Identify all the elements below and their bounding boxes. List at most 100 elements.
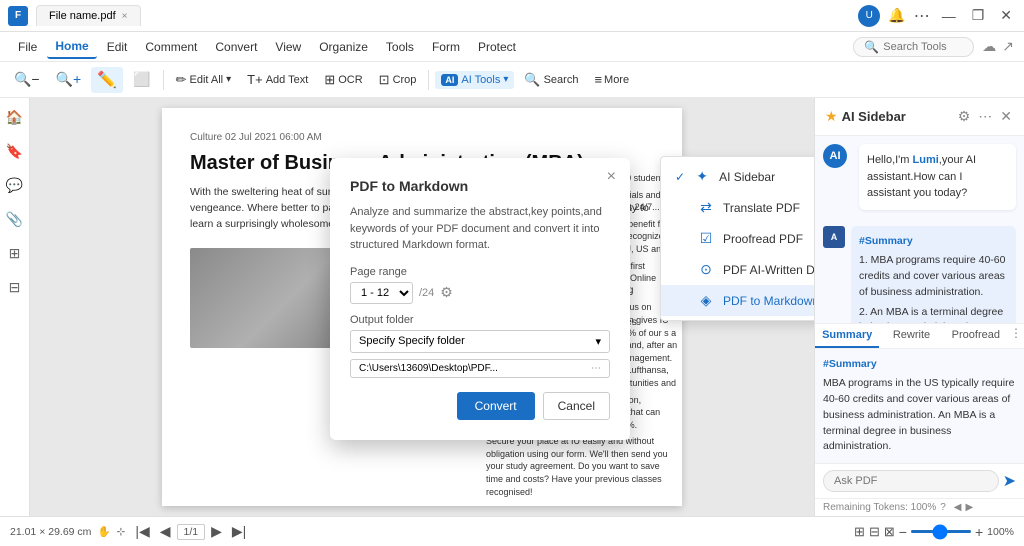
menu-view[interactable]: View — [267, 36, 309, 58]
close-button[interactable]: ✕ — [996, 7, 1016, 24]
dialog-close-button[interactable]: × — [607, 168, 616, 186]
highlight-button[interactable]: ✏️ — [91, 67, 123, 93]
zoom-slider[interactable] — [911, 530, 971, 533]
translate-icon: ⇄ — [697, 199, 715, 216]
menu-tools[interactable]: Tools — [378, 36, 422, 58]
ai-summary-item-2: 2. An MBA is a terminal degree in busine… — [859, 305, 1008, 323]
filename-label: File name.pdf — [49, 10, 116, 22]
ai-tab-more[interactable]: ⋮ — [1008, 324, 1024, 348]
search-tools-box[interactable]: 🔍 — [853, 37, 974, 57]
page-range-select[interactable]: 1 - 12 — [350, 282, 413, 304]
view-options-icon[interactable]: ⊞ — [854, 524, 865, 540]
more-button[interactable]: ≡ More — [588, 69, 635, 90]
ai-tools-dropdown-icon: ▾ — [503, 74, 508, 85]
ai-next-icon[interactable]: ▶ — [965, 502, 973, 513]
view-scroll-icon[interactable]: ⊠ — [884, 524, 895, 540]
edit-all-button[interactable]: ✏ Edit All ▾ — [170, 69, 238, 91]
dropdown-ai-sidebar-label: AI Sidebar — [719, 170, 775, 184]
minimize-button[interactable]: — — [938, 8, 960, 24]
more-options-icon[interactable]: ⋯ — [914, 6, 930, 26]
ai-avatar: AI — [823, 144, 847, 168]
menu-protect[interactable]: Protect — [470, 36, 524, 58]
ai-word-icon: A — [823, 226, 845, 248]
select-button[interactable]: ⬜ — [127, 68, 156, 91]
dropdown-ai-detect[interactable]: ⊙ PDF AI-Written Detect — [661, 254, 814, 285]
separator-1 — [163, 70, 164, 90]
menu-comment[interactable]: Comment — [137, 36, 205, 58]
share-icon[interactable]: ↗ — [1002, 38, 1014, 55]
statusbar-left: 21.01 × 29.69 cm ✋ ⊹ |◀ ◀ 1/1 ▶ ▶| — [10, 521, 846, 542]
tab-rewrite[interactable]: Rewrite — [879, 324, 943, 348]
dropdown-translate-pdf[interactable]: ⇄ Translate PDF — [661, 192, 814, 223]
prev-page-button[interactable]: ◀ — [156, 521, 175, 542]
ocr-button[interactable]: ⊞ OCR — [318, 69, 368, 91]
maximize-button[interactable]: ❐ — [968, 7, 989, 24]
dropdown-ai-sidebar[interactable]: ✓ ✦ AI Sidebar — [661, 161, 814, 192]
menu-edit[interactable]: Edit — [99, 36, 136, 58]
ai-greeting: Hello,I'm Lumi,your AI assistant.How can… — [859, 144, 1016, 210]
menu-organize[interactable]: Organize — [311, 36, 376, 58]
ai-sidebar-header: ★ AI Sidebar ⚙ ⋯ ✕ — [815, 98, 1024, 136]
ai-prev-icon[interactable]: ◀ — [954, 502, 962, 513]
search-button[interactable]: 🔍 Search — [518, 69, 584, 91]
sidebar-bookmark-icon[interactable]: 🔖 — [4, 140, 26, 162]
ai-tools-button[interactable]: AI AI Tools ▾ — [435, 71, 514, 89]
tab-proofread[interactable]: Proofread — [944, 324, 1008, 348]
page-display[interactable]: 1/1 — [177, 524, 206, 540]
menu-home[interactable]: Home — [47, 35, 96, 59]
sidebar-home-icon[interactable]: 🏠 — [4, 106, 26, 128]
path-more-icon[interactable]: ⋯ — [591, 363, 601, 374]
avatar[interactable]: U — [858, 5, 880, 27]
dialog-title: PDF to Markdown — [350, 178, 610, 194]
sidebar-pages-icon[interactable]: ⊟ — [4, 276, 26, 298]
cancel-button[interactable]: Cancel — [543, 392, 610, 420]
path-display[interactable]: C:\Users\13609\Desktop\PDF... ⋯ — [350, 359, 610, 378]
zoom-in-button[interactable]: 🔍+ — [50, 68, 88, 91]
edit-dropdown-icon: ▾ — [226, 74, 231, 85]
tab-summary[interactable]: Summary — [815, 324, 879, 348]
pdf-date: Culture 02 Jul 2021 06:00 AM — [190, 132, 654, 143]
cloud-icon[interactable]: ☁ — [982, 38, 996, 55]
ai-send-button[interactable]: ➤ — [1003, 471, 1016, 491]
folder-placeholder: Specify Specify folder — [359, 335, 465, 347]
search-label: Search — [544, 74, 579, 86]
first-page-button[interactable]: |◀ — [131, 521, 153, 542]
zoom-out-button[interactable]: 🔍− — [8, 68, 46, 91]
ai-more-icon[interactable]: ⋯ — [976, 106, 994, 127]
zoom-minus-button[interactable]: − — [899, 524, 907, 540]
select-icon: ⬜ — [133, 71, 150, 88]
convert-button[interactable]: Convert — [457, 392, 535, 420]
search-tools-input[interactable] — [883, 41, 963, 53]
zoom-plus-button[interactable]: + — [975, 524, 983, 540]
dropdown-proofread-label: Proofread PDF — [723, 232, 803, 246]
file-tab[interactable]: File name.pdf × — [36, 5, 141, 26]
settings-icon[interactable]: ⚙ — [440, 284, 453, 301]
next-page-button[interactable]: ▶ — [207, 521, 226, 542]
sidebar-attachment-icon[interactable]: 📎 — [4, 208, 26, 230]
sidebar-layers-icon[interactable]: ⊞ — [4, 242, 26, 264]
statusbar-hand-icon[interactable]: ✋ — [97, 525, 110, 538]
statusbar-select-icon[interactable]: ⊹ — [117, 526, 126, 538]
sidebar-comment-icon[interactable]: 💬 — [4, 174, 26, 196]
crop-icon: ⊡ — [379, 72, 390, 88]
dropdown-pdf-markdown[interactable]: ◈ PDF to Markdown — [661, 285, 814, 316]
view-single-icon[interactable]: ⊟ — [869, 524, 880, 540]
close-tab-button[interactable]: × — [122, 11, 128, 22]
ask-pdf-input[interactable] — [823, 470, 999, 492]
more-label: More — [604, 74, 629, 86]
statusbar: 21.01 × 29.69 cm ✋ ⊹ |◀ ◀ 1/1 ▶ ▶| ⊞ ⊟ ⊠… — [0, 516, 1024, 546]
ai-summary-item-1: 1. MBA programs require 40-60 credits an… — [859, 253, 1008, 300]
dropdown-proofread-pdf[interactable]: ☑ Proofread PDF — [661, 223, 814, 254]
ai-lumi-name: Lumi — [913, 152, 939, 169]
folder-select[interactable]: Specify Specify folder ▾ — [350, 330, 610, 353]
menu-convert[interactable]: Convert — [207, 36, 265, 58]
ai-settings-icon[interactable]: ⚙ — [956, 106, 973, 127]
notification-icon[interactable]: 🔔 — [888, 7, 905, 24]
last-page-button[interactable]: ▶| — [228, 521, 250, 542]
tokens-help-icon[interactable]: ? — [940, 502, 946, 513]
add-text-button[interactable]: T+ Add Text — [241, 69, 314, 90]
ai-close-icon[interactable]: ✕ — [998, 106, 1014, 127]
menu-form[interactable]: Form — [424, 36, 468, 58]
menu-file[interactable]: File — [10, 36, 45, 58]
crop-button[interactable]: ⊡ Crop — [373, 69, 423, 91]
